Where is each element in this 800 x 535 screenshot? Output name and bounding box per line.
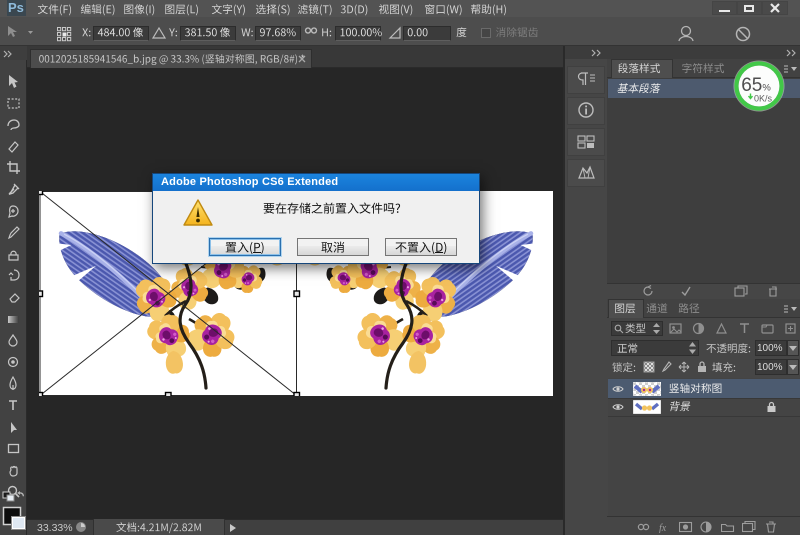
svg-text:0K/s: 0K/s: [754, 94, 773, 104]
svg-text:fx: fx: [659, 523, 667, 533]
